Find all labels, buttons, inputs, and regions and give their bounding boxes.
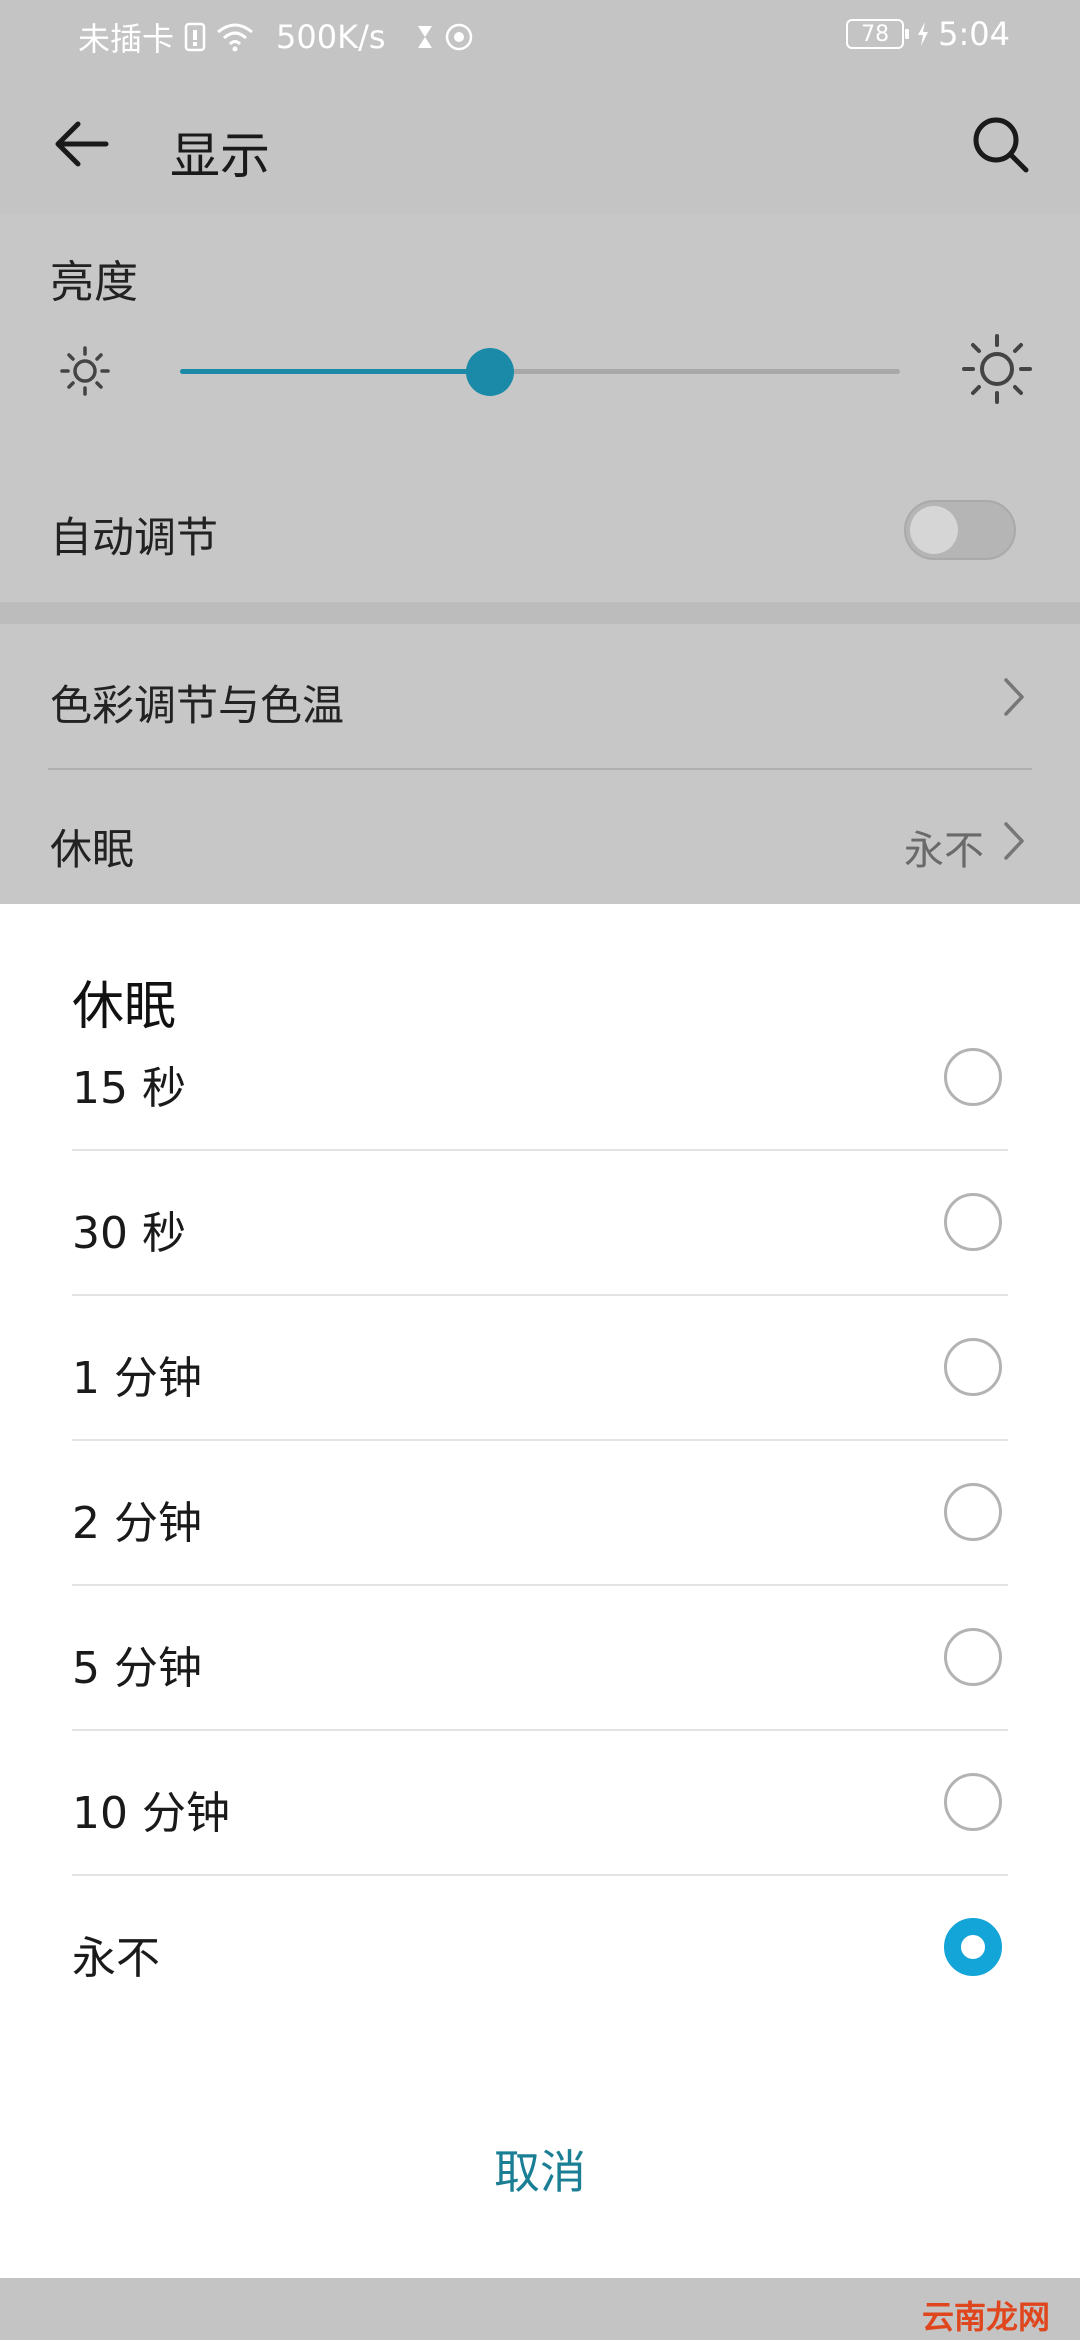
brightness-high-icon <box>960 332 1034 406</box>
search-icon[interactable] <box>968 112 1032 176</box>
sim-icon <box>184 17 206 57</box>
chevron-right-icon <box>998 672 1032 722</box>
color-temperature-item[interactable]: 色彩调节与色温 <box>50 672 344 733</box>
charging-icon <box>916 14 930 54</box>
auto-brightness-toggle[interactable] <box>904 500 1016 560</box>
section-divider <box>0 602 1080 624</box>
watermark-logo: 云南龙网 <box>921 2298 1050 2336</box>
option-label: 永不 <box>72 1933 160 1984</box>
sleep-option[interactable]: 5 分钟 <box>72 1586 1008 1731</box>
network-speed: 500K/s <box>276 18 386 56</box>
radio-button[interactable] <box>944 1628 1002 1686</box>
arrow-left-icon[interactable] <box>50 112 114 176</box>
sleep-option[interactable]: 1 分钟 <box>72 1296 1008 1441</box>
status-right: 78 5:04 <box>846 14 1010 54</box>
navigation-bar <box>0 2278 1080 2340</box>
app-bar: 显示 <box>0 72 1080 214</box>
sleep-option[interactable]: 15 秒 <box>72 1006 1008 1151</box>
status-left: 未插卡 500K/s <box>78 14 474 60</box>
browser-icon <box>444 17 474 57</box>
sleep-option[interactable]: 永不 <box>72 1876 1008 2021</box>
option-label: 5 分钟 <box>72 1643 202 1694</box>
sleep-option[interactable]: 30 秒 <box>72 1151 1008 1296</box>
carrier-text: 未插卡 <box>78 20 175 58</box>
toggle-knob <box>910 506 958 554</box>
option-label: 10 分钟 <box>72 1788 230 1839</box>
option-label: 15 秒 <box>72 1063 186 1114</box>
battery-icon: 78 <box>846 19 910 49</box>
radio-button[interactable] <box>944 1338 1002 1396</box>
brightness-section: 亮度 自动调节 <box>0 214 1080 602</box>
page-title: 显示 <box>170 127 270 185</box>
option-label: 2 分钟 <box>72 1498 202 1549</box>
sleep-option[interactable]: 10 分钟 <box>72 1731 1008 1876</box>
sleep-item[interactable]: 休眠 <box>50 816 134 877</box>
brightness-low-icon <box>56 342 114 400</box>
wifi-icon <box>216 17 254 57</box>
option-label: 30 秒 <box>72 1208 186 1259</box>
brightness-slider-fill <box>180 369 490 374</box>
clock: 5:04 <box>938 15 1010 53</box>
radio-button[interactable] <box>944 1483 1002 1541</box>
brightness-label: 亮度 <box>50 257 138 308</box>
radio-button[interactable] <box>944 1193 1002 1251</box>
sleep-dialog: 休眠 15 秒 30 秒 1 分钟 2 分钟 5 分钟 10 分钟 永不 取消 <box>0 904 1080 2278</box>
chevron-right-icon <box>998 816 1032 866</box>
radio-button[interactable] <box>944 1918 1002 1976</box>
status-bar: 未插卡 500K/s 78 5:04 <box>0 0 1080 72</box>
sleep-current-value: 永不 <box>904 828 984 874</box>
option-label: 1 分钟 <box>72 1353 202 1404</box>
hourglass-icon <box>416 17 434 57</box>
radio-button[interactable] <box>944 1773 1002 1831</box>
auto-brightness-label: 自动调节 <box>50 513 219 562</box>
battery-level: 78 <box>861 21 890 47</box>
cancel-button[interactable]: 取消 <box>0 2114 1080 2224</box>
row-divider <box>48 768 1032 770</box>
brightness-slider-thumb[interactable] <box>465 348 514 396</box>
radio-button[interactable] <box>944 1048 1002 1106</box>
sleep-option[interactable]: 2 分钟 <box>72 1441 1008 1586</box>
display-options-section: 色彩调节与色温 休眠 永不 <box>0 624 1080 904</box>
brightness-slider[interactable] <box>180 348 900 396</box>
